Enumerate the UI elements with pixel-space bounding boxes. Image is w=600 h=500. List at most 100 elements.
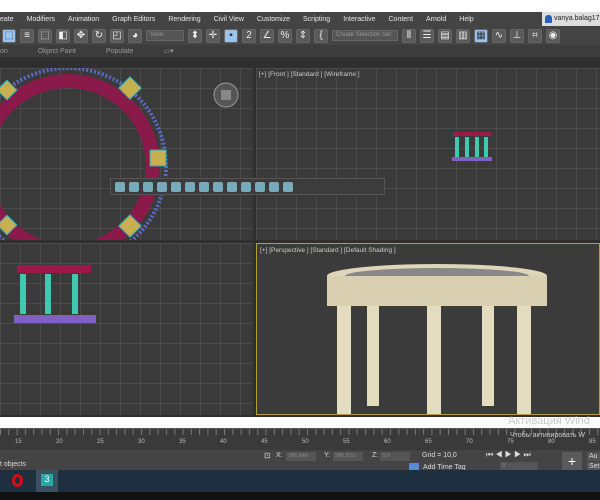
keyboard-shortcut-override-icon[interactable]: ▪ — [224, 28, 238, 43]
tick-label: 80 — [548, 439, 555, 445]
status-bar: t objects ⊡ X: 286,646 Y: 245,873 Z: 0,0… — [0, 450, 600, 471]
reference-coordinate-dropdown[interactable]: View — [146, 30, 184, 41]
tick-label: 45 — [261, 439, 268, 445]
menu-create[interactable]: eate — [0, 16, 14, 23]
tick-label: 25 — [97, 439, 104, 445]
tick-label: 15 — [15, 439, 22, 445]
ribbon-options-icon[interactable]: ▭▾ — [164, 47, 174, 55]
render-icon[interactable] — [213, 181, 223, 192]
dope-sheet-icon[interactable]: ⊥ — [510, 28, 524, 43]
sun-icon[interactable] — [129, 181, 139, 192]
absolute-mode-icon[interactable]: ⊡ — [264, 451, 271, 460]
z-coordinate-field[interactable]: 0,0 — [380, 452, 410, 461]
tick-label: 50 — [302, 439, 309, 445]
menu-bar: eate Modifiers Animation Graph Editors R… — [0, 12, 600, 26]
tab-object-paint[interactable]: Object Paint — [38, 48, 76, 55]
menu-customize[interactable]: Customize — [257, 16, 290, 23]
tab-populate[interactable]: Populate — [106, 48, 134, 55]
scale-icon[interactable]: ◰ — [110, 28, 124, 43]
rotate-view-icon[interactable] — [199, 181, 209, 192]
viewport-floating-toolbar — [110, 178, 385, 195]
menu-content[interactable]: Content — [389, 16, 414, 23]
screen-bottom — [0, 492, 600, 500]
rotate-icon[interactable]: ↻ — [92, 28, 106, 43]
window-crossing-icon[interactable]: ◧ — [56, 28, 70, 43]
opera-icon[interactable] — [12, 474, 23, 487]
menu-interactive[interactable]: Interactive — [343, 16, 375, 23]
viewport-front[interactable]: [+] [Front ] [Standard ] [Wireframe ] — [256, 68, 600, 240]
mirror-icon[interactable]: ⫴ — [402, 28, 416, 43]
tick-label: 75 — [507, 439, 514, 445]
frame-icon[interactable] — [227, 181, 237, 192]
menu-scripting[interactable]: Scripting — [303, 16, 330, 23]
helper-icon[interactable] — [157, 181, 167, 192]
angle-snap-icon[interactable]: ∠ — [260, 28, 274, 43]
menu-animation[interactable]: Animation — [68, 16, 99, 23]
percent-snap-icon[interactable]: % — [278, 28, 292, 43]
viewport-perspective[interactable]: [+] [Perspective ] [Standard ] [Default … — [256, 243, 600, 415]
tick-label: 65 — [425, 439, 432, 445]
region-select-icon[interactable]: ⬚ — [38, 28, 52, 43]
bulb-icon[interactable] — [283, 181, 293, 192]
menu-modifiers[interactable]: Modifiers — [27, 16, 55, 23]
menu-graph-editors[interactable]: Graph Editors — [112, 16, 155, 23]
viewport-left[interactable] — [0, 243, 253, 415]
edit-named-selection-icon[interactable]: { — [314, 28, 328, 43]
viewport-top[interactable] — [0, 68, 253, 240]
layer-explorer-icon[interactable]: ▥ — [456, 28, 470, 43]
grid-size: Grid = 10,0 — [422, 452, 457, 459]
tick-label: 30 — [138, 439, 145, 445]
select-manipulate-icon[interactable]: ✛ — [206, 28, 220, 43]
viewport-perspective-label[interactable]: [+] [Perspective ] [Standard ] [Default … — [260, 247, 396, 254]
selection-set-dropdown[interactable]: Create Selection Set — [332, 30, 398, 41]
tab-selection[interactable]: on — [0, 48, 8, 55]
status-prompt: t objects — [0, 461, 27, 468]
light-icon[interactable] — [115, 181, 125, 192]
material-editor-icon[interactable]: ◉ — [546, 28, 560, 43]
menu-help[interactable]: Help — [459, 16, 473, 23]
rotunda-front-view — [452, 132, 492, 161]
menu-arnold[interactable]: Arnold — [426, 16, 446, 23]
rotunda-shaded-model — [327, 264, 547, 414]
menu-rendering[interactable]: Rendering — [168, 16, 200, 23]
grid-icon[interactable] — [241, 181, 251, 192]
scene-explorer-icon[interactable]: ▤ — [438, 28, 452, 43]
viewport-area: [+] [Front ] [Standard ] [Wireframe ] [+… — [0, 57, 600, 417]
3dsmax-taskbar-button[interactable]: 3 — [36, 470, 58, 492]
user-account-button[interactable]: vanya.balag17 — [542, 12, 600, 26]
x-label: X: — [276, 452, 283, 459]
ribbon-toggle-icon[interactable]: ▦ — [474, 28, 488, 43]
spinner-snap-icon[interactable]: ⇕ — [296, 28, 310, 43]
tick-label: 35 — [179, 439, 186, 445]
tick-label: 85 — [589, 439, 596, 445]
x-coordinate-field[interactable]: 286,646 — [286, 452, 316, 461]
snap-toggle-icon[interactable]: 2 — [242, 28, 256, 43]
schematic-view-icon[interactable]: ⌗ — [528, 28, 542, 43]
auto-key-button[interactable]: Au — [587, 452, 600, 461]
menu-civil-view[interactable]: Civil View — [214, 16, 244, 23]
y-label: Y: — [324, 452, 331, 459]
y-coordinate-field[interactable]: 245,873 — [333, 452, 363, 461]
tick-label: 55 — [343, 439, 350, 445]
main-toolbar: ⬚ ≡ ⬚ ◧ ✥ ↻ ◰ ◕ View ⬍ ✛ ▪ 2 ∠ % ⇕ { Cre… — [0, 26, 600, 45]
curve-editor-icon[interactable]: ∿ — [492, 28, 506, 43]
select-object-icon[interactable]: ⬚ — [2, 28, 16, 43]
placement-icon[interactable]: ◕ — [128, 28, 142, 43]
vehicle-icon[interactable] — [255, 181, 265, 192]
tick-label: 70 — [466, 439, 473, 445]
windows-taskbar: 3 — [0, 470, 600, 492]
tick-label: 60 — [384, 439, 391, 445]
move-icon[interactable]: ✥ — [74, 28, 88, 43]
teapot-icon[interactable] — [269, 181, 279, 192]
select-by-name-icon[interactable]: ≡ — [20, 28, 34, 43]
shape-icon[interactable] — [171, 181, 181, 192]
cone-icon[interactable] — [185, 181, 195, 192]
camera-icon[interactable] — [143, 181, 153, 192]
rotunda-top-view — [0, 68, 239, 240]
create-key-button[interactable]: + — [562, 452, 582, 470]
tick-label: 20 — [56, 439, 63, 445]
pivot-icon[interactable]: ⬍ — [188, 28, 202, 43]
align-icon[interactable]: ☰ — [420, 28, 434, 43]
playback-controls[interactable]: ⏮ ◀ ▶ ▶ ⏭ — [486, 450, 531, 460]
viewport-front-label[interactable]: [+] [Front ] [Standard ] [Wireframe ] — [259, 71, 360, 78]
